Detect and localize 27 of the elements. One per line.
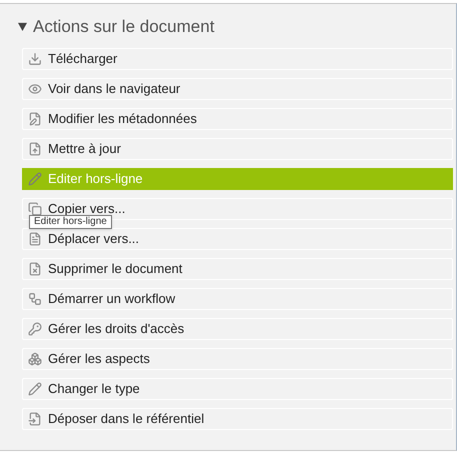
- import-document-icon: [28, 412, 42, 426]
- tooltip: Editer hors-ligne: [29, 215, 112, 229]
- download-icon: [28, 52, 42, 66]
- action-item[interactable]: Mettre à jour: [22, 138, 453, 160]
- eye-icon: [28, 82, 42, 96]
- workflow-icon: [28, 292, 42, 306]
- pencil-icon: [28, 382, 42, 396]
- pencil-icon: [28, 172, 42, 186]
- action-item[interactable]: Gérer les droits d'accès: [22, 318, 453, 340]
- action-item[interactable]: Modifier les métadonnées: [22, 108, 453, 130]
- action-item[interactable]: Télécharger: [22, 48, 453, 70]
- blocks-icon: [28, 352, 42, 366]
- upload-document-icon: [28, 142, 42, 156]
- key-icon: [28, 322, 42, 336]
- document-icon: [28, 232, 42, 246]
- panel-title: Actions sur le document: [33, 18, 214, 35]
- copy-icon: [28, 202, 42, 216]
- action-item[interactable]: Gérer les aspects: [22, 348, 453, 370]
- edit-document-icon: [28, 112, 42, 126]
- action-item[interactable]: Démarrer un workflow: [22, 288, 453, 310]
- collapse-triangle-icon[interactable]: [18, 22, 27, 31]
- delete-document-icon: [28, 262, 42, 276]
- action-item[interactable]: Déplacer vers...: [22, 228, 453, 250]
- action-item[interactable]: Supprimer le document: [22, 258, 453, 280]
- action-item[interactable]: Déposer dans le référentiel: [22, 408, 453, 430]
- action-item[interactable]: Voir dans le navigateur: [22, 78, 453, 100]
- action-item[interactable]: Changer le type: [22, 378, 453, 400]
